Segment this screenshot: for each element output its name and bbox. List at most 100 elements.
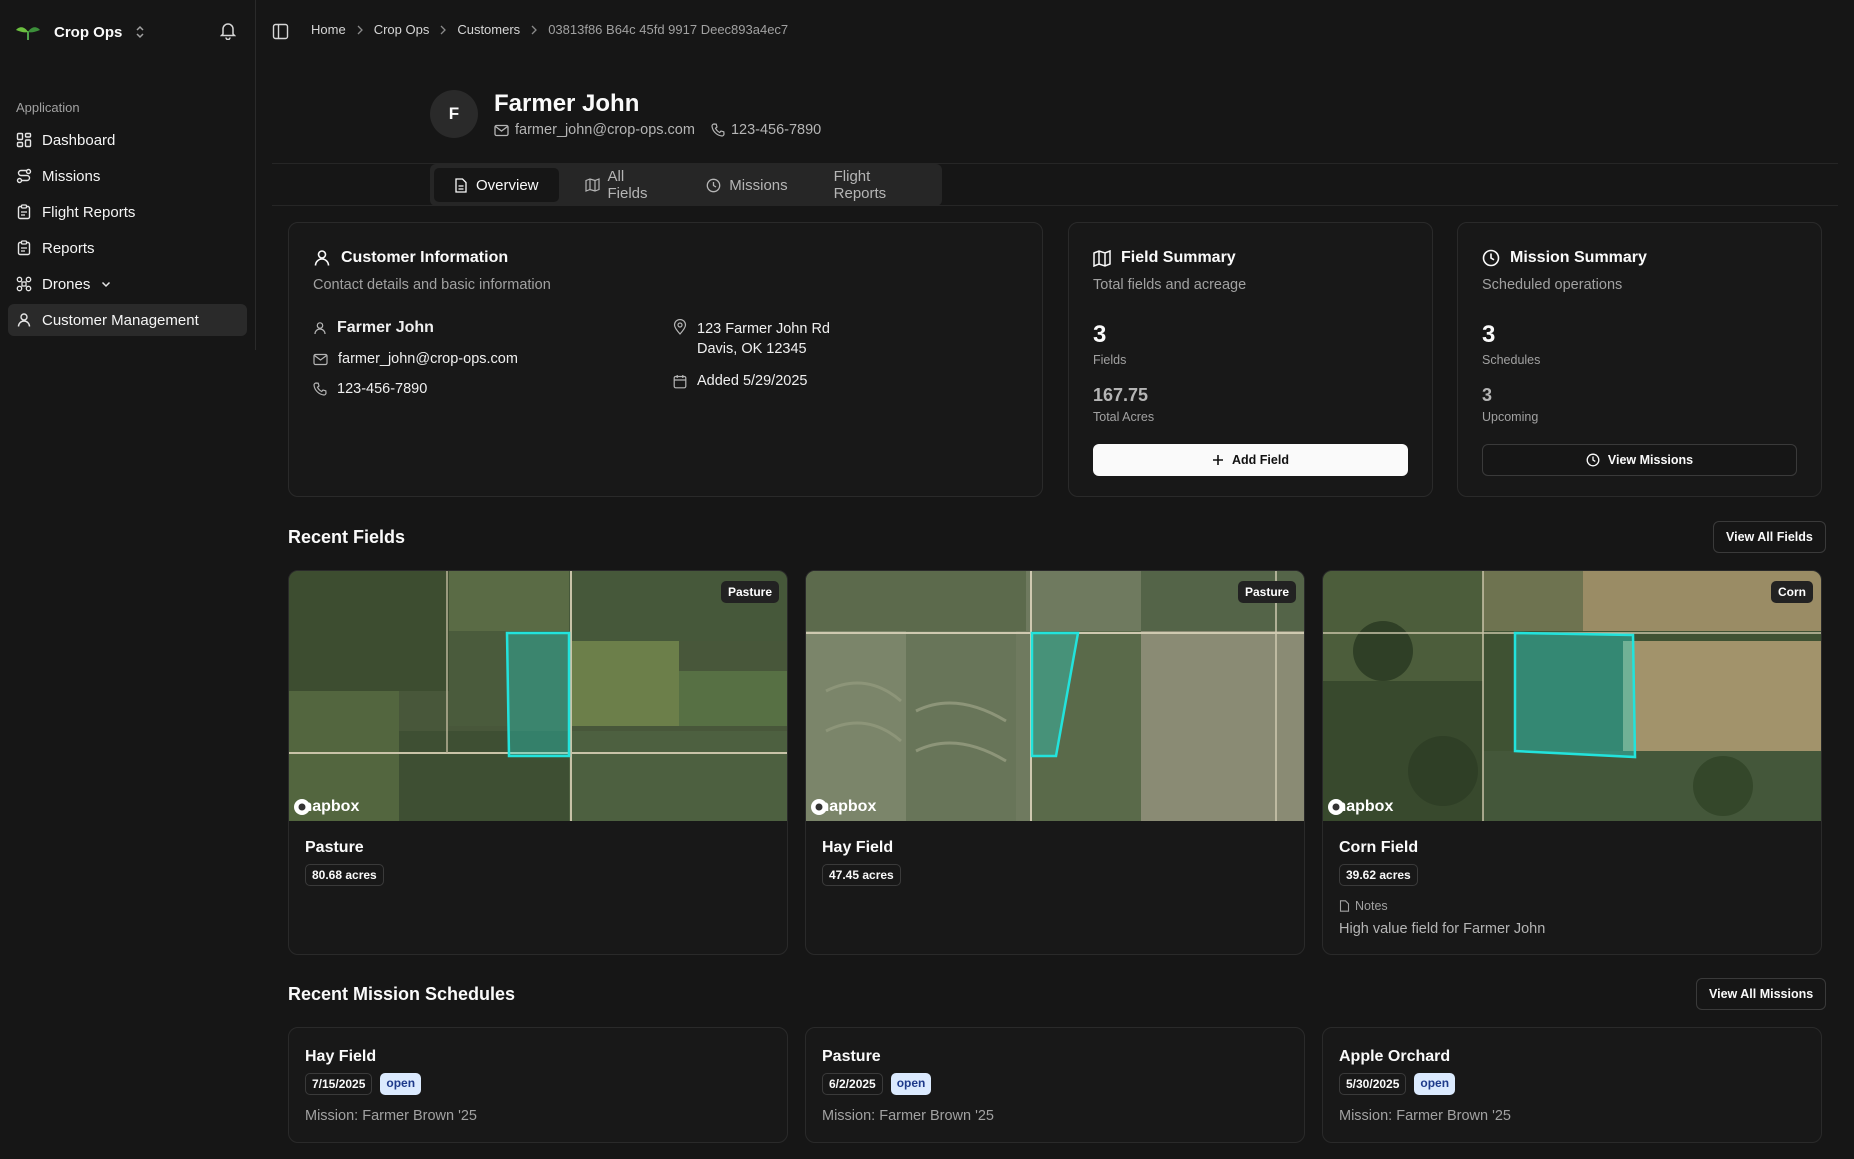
- clock-icon: [1586, 453, 1600, 467]
- file-icon: [1339, 900, 1350, 912]
- tab-all-fields[interactable]: All Fields: [565, 168, 681, 202]
- drone-icon: [16, 276, 32, 292]
- field-summary-card: Field Summary Total fields and acreage 3…: [1068, 222, 1433, 497]
- sidebar-item-label: Missions: [42, 167, 101, 185]
- mission-field-name: Pasture: [822, 1048, 881, 1065]
- route-icon: [16, 168, 32, 184]
- chevron-right-icon: [530, 25, 538, 35]
- sidebar-item-customer-management[interactable]: Customer Management: [8, 304, 247, 336]
- plus-icon: [1212, 454, 1224, 466]
- field-acres: 47.45 acres: [822, 864, 901, 886]
- info-name: Farmer John: [313, 319, 518, 337]
- satellite-map-image: [1323, 571, 1821, 821]
- chevron-right-icon: [356, 25, 364, 35]
- satellite-map-image: [289, 571, 787, 821]
- mapbox-logo: mapbox: [810, 798, 876, 816]
- sidebar-item-flight-reports[interactable]: Flight Reports: [8, 196, 247, 228]
- schedules-count: 3: [1482, 321, 1496, 348]
- sidebar-item-label: Customer Management: [42, 311, 199, 329]
- mission-date: 6/2/2025: [822, 1073, 883, 1095]
- view-all-fields-button[interactable]: View All Fields: [1713, 521, 1826, 553]
- topbar: Home Crop Ops Customers 03813f86 B64c 45…: [256, 0, 1854, 63]
- status-badge: open: [890, 1073, 932, 1095]
- field-notes: High value field for Farmer John: [1339, 921, 1546, 937]
- card-subtitle: Total fields and acreage: [1093, 277, 1247, 293]
- total-acres: 167.75: [1093, 385, 1149, 405]
- field-card-pasture[interactable]: Pasture mapbox Pasture 80.68 acres: [288, 570, 788, 955]
- user-icon: [16, 312, 32, 328]
- info-phone: 123-456-7890: [313, 381, 518, 397]
- notifications-bell-icon[interactable]: [220, 22, 236, 40]
- status-badge: open: [1414, 1073, 1456, 1095]
- schedules-label: Schedules: [1482, 353, 1541, 367]
- sidebar-toggle-icon[interactable]: [272, 23, 289, 40]
- field-map[interactable]: Corn mapbox: [1323, 571, 1821, 821]
- clipboard-icon: [16, 204, 32, 220]
- status-badge: open: [380, 1073, 422, 1095]
- tab-missions[interactable]: Missions: [686, 168, 807, 202]
- field-map[interactable]: Pasture mapbox: [806, 571, 1304, 821]
- phone-icon: [313, 382, 327, 396]
- address-line-1: 123 Farmer John Rd: [697, 321, 830, 337]
- user-icon: [313, 249, 331, 267]
- recent-missions-title: Recent Mission Schedules: [288, 984, 516, 1004]
- card-subtitle: Contact details and basic information: [313, 277, 551, 293]
- info-email: farmer_john@crop-ops.com: [313, 351, 518, 367]
- dashboard-icon: [16, 132, 32, 148]
- breadcrumb-customers[interactable]: Customers: [457, 22, 520, 37]
- recent-fields-title: Recent Fields: [288, 527, 406, 547]
- field-map[interactable]: Pasture mapbox: [289, 571, 787, 821]
- sidebar-item-drones[interactable]: Drones: [8, 268, 247, 300]
- mail-icon: [494, 124, 509, 137]
- user-icon: [313, 321, 327, 335]
- chevron-right-icon: [439, 25, 447, 35]
- fields-label: Fields: [1093, 353, 1127, 367]
- satellite-map-image: [806, 571, 1304, 821]
- mission-field-name: Apple Orchard: [1339, 1048, 1451, 1065]
- tab-flight-reports[interactable]: Flight Reports: [814, 168, 938, 202]
- sidebar-item-label: Reports: [42, 239, 95, 257]
- view-all-missions-button[interactable]: View All Missions: [1696, 978, 1827, 1010]
- customer-header: F Farmer John farmer_john@crop-ops.com 1…: [430, 90, 821, 138]
- field-name: Corn Field: [1339, 839, 1419, 856]
- tab-list: Overview All Fields Missions Flight Repo…: [430, 164, 942, 206]
- sprout-logo-icon: [14, 22, 42, 42]
- field-acres: 39.62 acres: [1339, 864, 1418, 886]
- sidebar-nav: Dashboard Missions Flight Reports Report…: [8, 124, 247, 340]
- field-notes-label: Notes: [1339, 899, 1388, 913]
- mission-name: Mission: Farmer Brown '25: [1339, 1108, 1511, 1124]
- field-name: Pasture: [305, 839, 364, 856]
- file-text-icon: [454, 177, 468, 193]
- app-switcher[interactable]: Crop Ops: [14, 20, 146, 44]
- mission-card[interactable]: Pasture 6/2/2025 open Mission: Farmer Br…: [805, 1027, 1305, 1143]
- address-line-2: Davis, OK 12345: [697, 341, 807, 357]
- mission-card[interactable]: Hay Field 7/15/2025 open Mission: Farmer…: [288, 1027, 788, 1143]
- customer-information-card: Customer Information Contact details and…: [288, 222, 1043, 497]
- field-card-corn-field[interactable]: Corn mapbox Corn Field 39.62 acres Notes…: [1322, 570, 1822, 955]
- mission-date: 5/30/2025: [1339, 1073, 1407, 1095]
- clock-icon: [1482, 249, 1500, 267]
- field-card-hay-field[interactable]: Pasture mapbox Hay Field 47.45 acres: [805, 570, 1305, 955]
- tab-overview[interactable]: Overview: [434, 168, 559, 202]
- card-title: Field Summary: [1121, 249, 1236, 266]
- crop-badge: Pasture: [1237, 581, 1296, 603]
- breadcrumb-crop-ops[interactable]: Crop Ops: [374, 22, 430, 37]
- sidebar-item-label: Drones: [42, 275, 91, 293]
- sidebar-item-label: Flight Reports: [42, 203, 136, 221]
- mail-icon: [313, 353, 328, 366]
- page-title: Farmer John: [494, 90, 640, 117]
- sidebar-item-missions[interactable]: Missions: [8, 160, 247, 192]
- breadcrumb-home[interactable]: Home: [311, 22, 346, 37]
- view-missions-button[interactable]: View Missions: [1482, 444, 1797, 476]
- mission-field-name: Hay Field: [305, 1048, 377, 1065]
- sidebar-item-dashboard[interactable]: Dashboard: [8, 124, 247, 156]
- crop-badge: Pasture: [720, 581, 779, 603]
- breadcrumb-current: 03813f86 B64c 45fd 9917 Deec893a4ec7: [548, 22, 789, 37]
- crop-badge: Corn: [1771, 581, 1813, 603]
- sidebar-item-reports[interactable]: Reports: [8, 232, 247, 264]
- add-field-button[interactable]: Add Field: [1093, 444, 1408, 476]
- map-icon: [1093, 249, 1111, 267]
- mission-card[interactable]: Apple Orchard 5/30/2025 open Mission: Fa…: [1322, 1027, 1822, 1143]
- mission-date: 7/15/2025: [305, 1073, 373, 1095]
- clipboard-icon: [16, 240, 32, 256]
